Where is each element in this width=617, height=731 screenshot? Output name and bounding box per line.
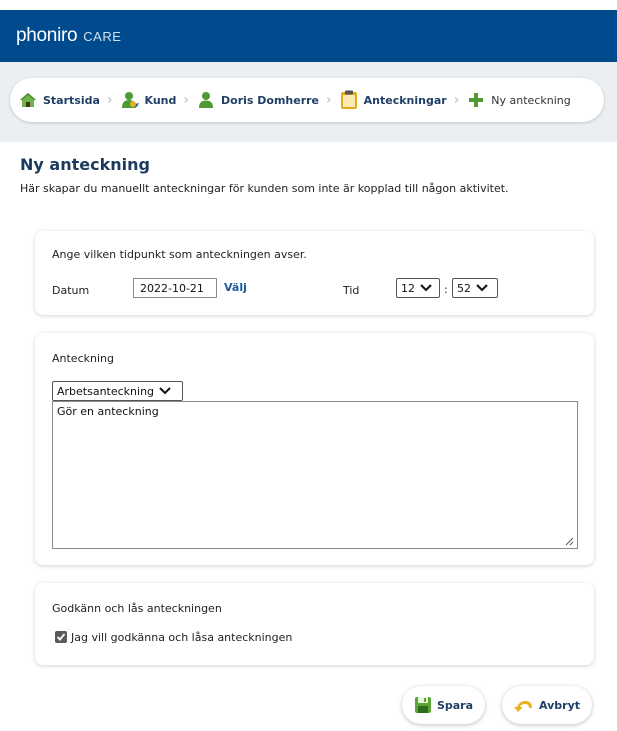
breadcrumb-separator: › <box>326 92 332 108</box>
save-button[interactable]: Spara <box>402 686 485 724</box>
hour-select[interactable]: 12 <box>396 278 440 298</box>
undo-arrow-icon <box>513 697 534 713</box>
breadcrumb: Startsida › Kund › Doris Domherre › Ante… <box>10 78 604 122</box>
minute-value: 52 <box>457 281 471 295</box>
main-content: Ny anteckning Här skapar du manuellt ant… <box>0 142 617 731</box>
approve-card: Godkänn och lås anteckningen Jag vill go… <box>35 583 594 665</box>
approve-checkbox[interactable] <box>55 631 67 643</box>
note-text: Gör en anteckning <box>57 405 159 418</box>
brand-suffix: CARE <box>83 29 122 44</box>
breadcrumb-separator: › <box>183 92 189 108</box>
breadcrumb-item-customer[interactable]: Kund <box>120 90 177 110</box>
checkmark-icon <box>56 633 66 641</box>
app-header: phoniro CARE <box>0 10 617 62</box>
clipboard-icon <box>339 90 359 110</box>
chevron-down-icon <box>476 282 488 294</box>
approve-checkbox-label[interactable]: Jag vill godkänna och låsa anteckningen <box>71 631 292 644</box>
breadcrumb-item-customer-name[interactable]: Doris Domherre <box>196 90 319 110</box>
date-pick-link[interactable]: Välj <box>224 281 247 294</box>
top-strip <box>0 0 617 10</box>
cancel-label: Avbryt <box>538 698 581 712</box>
date-input[interactable] <box>133 278 217 298</box>
plus-icon <box>466 90 486 110</box>
breadcrumb-separator: › <box>453 92 460 108</box>
date-label: Datum <box>52 284 90 297</box>
customer-icon <box>120 90 140 110</box>
resize-handle-icon[interactable] <box>565 536 574 546</box>
chevron-down-icon <box>420 282 432 294</box>
time-heading: Ange vilken tidpunkt som anteckningen av… <box>52 248 307 261</box>
app-logo[interactable]: phoniro CARE <box>16 25 121 47</box>
time-label: Tid <box>343 284 360 297</box>
cancel-button[interactable]: Avbryt <box>502 686 592 724</box>
brand-name: phoniro <box>16 25 78 46</box>
breadcrumb-label: Doris Domherre <box>221 93 320 107</box>
approve-heading: Godkänn och lås anteckningen <box>52 602 222 615</box>
home-icon <box>18 90 38 110</box>
minute-select[interactable]: 52 <box>452 278 498 298</box>
note-heading: Anteckning <box>52 352 114 365</box>
page-title: Ny anteckning <box>20 155 150 174</box>
breadcrumb-label: Ny anteckning <box>491 93 571 107</box>
breadcrumb-label: Kund <box>144 93 177 107</box>
breadcrumb-bar: Startsida › Kund › Doris Domherre › Ante… <box>0 62 617 142</box>
breadcrumb-label: Startsida <box>43 93 100 107</box>
note-card: Anteckning Arbetsanteckning Gör en antec… <box>35 333 594 565</box>
breadcrumb-label: Anteckningar <box>363 93 447 107</box>
note-textarea[interactable]: Gör en anteckning <box>52 401 578 549</box>
breadcrumb-item-new-note: Ny anteckning <box>466 90 571 110</box>
breadcrumb-item-home[interactable]: Startsida <box>18 90 100 110</box>
breadcrumb-item-notes[interactable]: Anteckningar <box>339 90 447 110</box>
time-card: Ange vilken tidpunkt som anteckningen av… <box>35 231 594 315</box>
breadcrumb-separator: › <box>106 92 113 108</box>
person-icon <box>196 90 216 110</box>
hour-value: 12 <box>401 281 415 295</box>
floppy-disk-icon <box>414 696 432 714</box>
save-label: Spara <box>436 698 474 712</box>
page-description: Här skapar du manuellt anteckningar för … <box>20 182 509 195</box>
note-type-select[interactable]: Arbetsanteckning <box>52 381 183 401</box>
time-separator: : <box>444 283 448 296</box>
note-type-value: Arbetsanteckning <box>57 384 155 398</box>
chevron-down-icon <box>159 385 171 397</box>
